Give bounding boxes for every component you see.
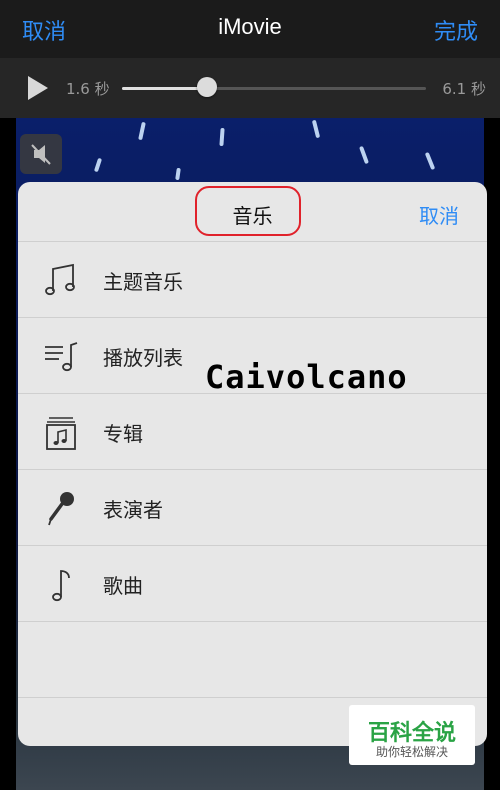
watermark-subtitle: 助你轻松解决 [375, 745, 448, 759]
video-light [138, 121, 146, 141]
list-item-label: 表演者 [103, 498, 163, 522]
music-note-icon [52, 570, 70, 602]
list-item-label: 专辑 [103, 422, 143, 446]
overlay-watermark-text: Caivolcano [205, 358, 408, 396]
scrubber-handle[interactable] [197, 77, 218, 97]
list-item-songs[interactable]: 歌曲 [18, 546, 487, 622]
sheet-cancel-button[interactable]: 取消 [419, 200, 459, 229]
list-item-albums[interactable]: 专辑 [18, 394, 487, 470]
scrubber-progress [122, 87, 208, 90]
sheet-title: 音乐 [232, 204, 273, 228]
app-title: iMovie [218, 14, 282, 39]
list-item-theme-music[interactable]: 主题音乐 [18, 242, 487, 318]
list-item-label: 歌曲 [103, 574, 143, 598]
video-light [93, 157, 103, 173]
current-time: 1.6 秒 [66, 80, 110, 98]
video-light [219, 127, 225, 147]
mute-icon[interactable] [20, 134, 62, 174]
watermark-logo: 百科全说 助你轻松解决 [349, 705, 475, 765]
video-light [311, 119, 321, 139]
list-item-artists[interactable]: 表演者 [18, 470, 487, 546]
playback-bar: 1.6 秒 6.1 秒 [0, 58, 500, 118]
total-time: 6.1 秒 [442, 80, 486, 98]
done-button[interactable]: 完成 [434, 14, 478, 46]
video-light [424, 151, 436, 171]
scrubber-track[interactable] [122, 87, 426, 90]
list-item-label: 主题音乐 [103, 270, 183, 294]
play-icon[interactable] [26, 75, 50, 101]
list-item-label: 播放列表 [103, 346, 183, 370]
album-icon [46, 417, 76, 450]
music-notes-icon [45, 263, 75, 296]
list-empty-row [18, 622, 487, 698]
video-light [175, 167, 181, 181]
navigation-bar: 取消 iMovie 完成 [0, 0, 500, 58]
video-light [359, 145, 369, 165]
sheet-header: 音乐 取消 [18, 182, 487, 242]
playlist-icon [45, 342, 78, 372]
microphone-icon [48, 492, 74, 526]
music-picker-sheet: 音乐 取消 主题音乐 播放列表 专辑 表演者 歌曲 [18, 182, 487, 746]
